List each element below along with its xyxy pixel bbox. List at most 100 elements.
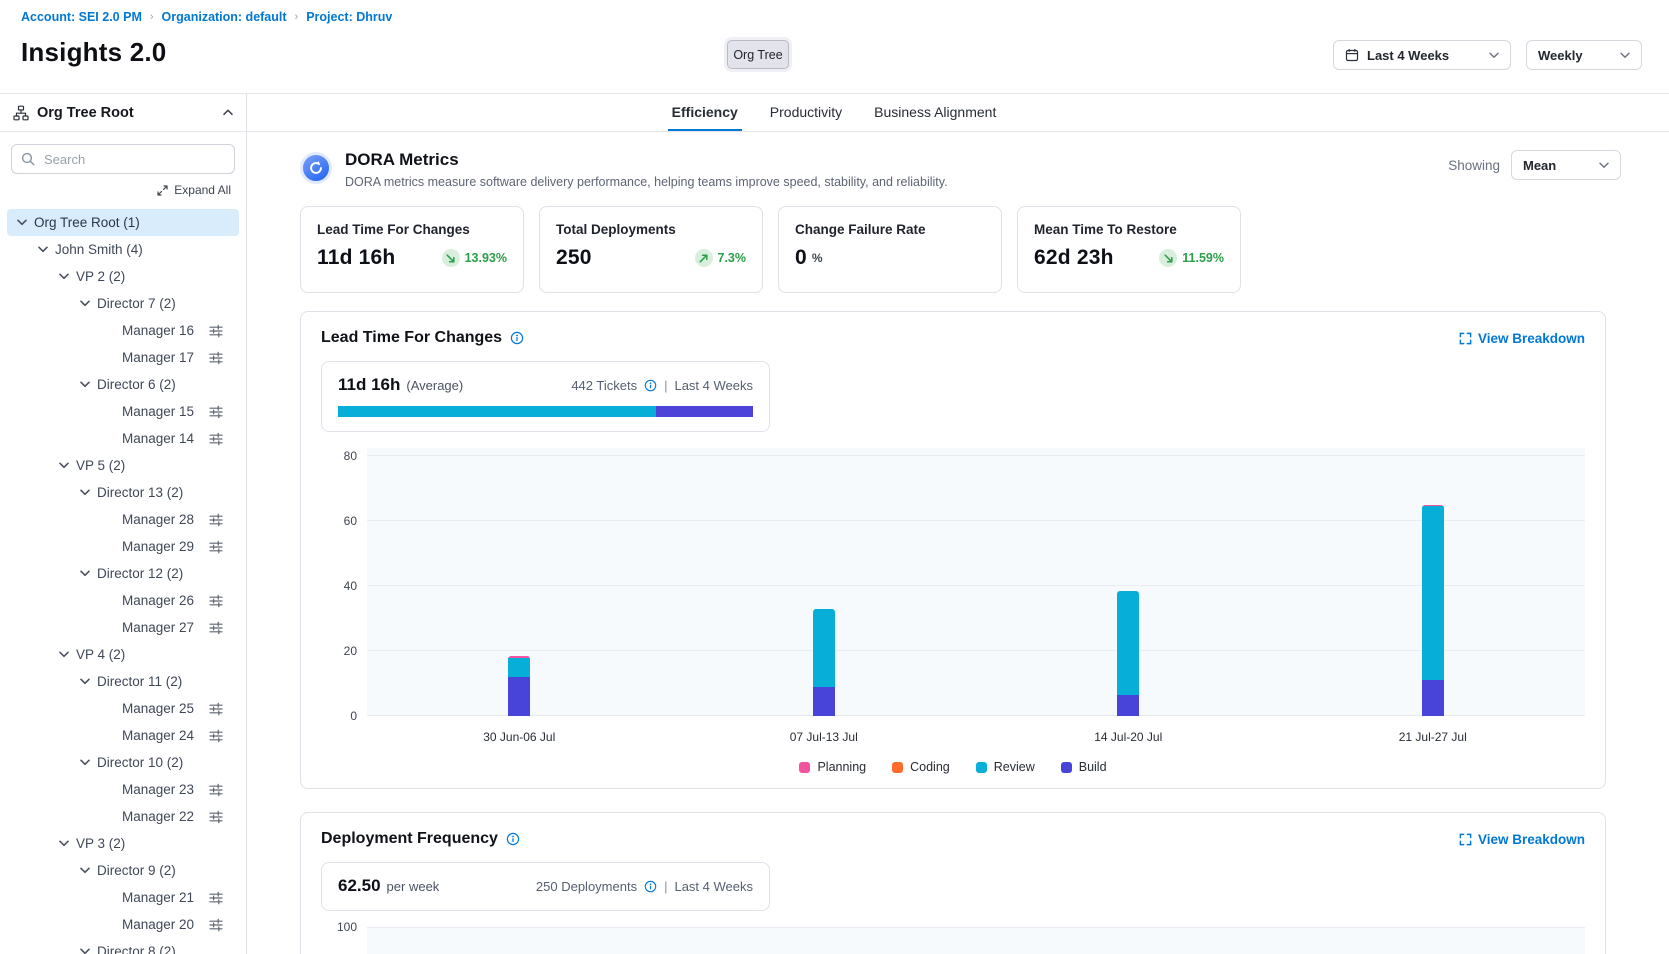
tree-item[interactable]: Manager 16 <box>7 317 239 344</box>
legend-label: Coding <box>910 760 950 774</box>
tree-item[interactable]: Manager 27 <box>7 614 239 641</box>
info-icon[interactable] <box>510 331 524 345</box>
tree-item[interactable]: VP 3 (2) <box>7 830 239 857</box>
y-axis-tick-label: 40 <box>344 579 357 593</box>
tree-item[interactable]: Director 11 (2) <box>7 668 239 695</box>
filter-sliders-icon[interactable] <box>209 810 223 824</box>
tree-item[interactable]: Org Tree Root (1) <box>7 209 239 236</box>
filter-sliders-icon[interactable] <box>209 702 223 716</box>
main-content: DORA Metrics DORA metrics measure softwa… <box>247 132 1669 954</box>
filter-sliders-icon[interactable] <box>209 891 223 905</box>
filter-sliders-icon[interactable] <box>209 405 223 419</box>
x-axis-tick-label: 07 Jul-13 Jul <box>672 730 977 744</box>
tree-item-label: Org Tree Root (1) <box>34 215 140 230</box>
filter-sliders-icon[interactable] <box>209 351 223 365</box>
tree-item[interactable]: VP 4 (2) <box>7 641 239 668</box>
tree-item[interactable]: Director 9 (2) <box>7 857 239 884</box>
chevron-down-icon[interactable] <box>80 678 90 685</box>
tree-item[interactable]: Manager 17 <box>7 344 239 371</box>
info-icon[interactable] <box>644 880 657 893</box>
chevron-down-icon[interactable] <box>80 570 90 577</box>
tree-item[interactable]: Director 12 (2) <box>7 560 239 587</box>
tree-item[interactable]: Manager 28 <box>7 506 239 533</box>
chevron-down-icon[interactable] <box>59 462 69 469</box>
chevron-down-icon[interactable] <box>80 948 90 954</box>
chevron-down-icon[interactable] <box>80 300 90 307</box>
tree-item[interactable]: Director 8 (2) <box>7 938 239 954</box>
granularity-select[interactable]: Weekly <box>1526 40 1642 70</box>
legend-item-review[interactable]: Review <box>976 760 1035 774</box>
chevron-down-icon[interactable] <box>59 273 69 280</box>
filter-sliders-icon[interactable] <box>209 324 223 338</box>
date-range-select[interactable]: Last 4 Weeks <box>1333 40 1511 70</box>
tree-item[interactable]: Manager 20 <box>7 911 239 938</box>
legend-label: Planning <box>817 760 866 774</box>
tree-item[interactable]: Director 6 (2) <box>7 371 239 398</box>
filter-sliders-icon[interactable] <box>209 621 223 635</box>
legend-item-build[interactable]: Build <box>1061 760 1107 774</box>
tree-item[interactable]: John Smith (4) <box>7 236 239 263</box>
org-tree-toggle-button[interactable]: Org Tree <box>727 40 789 69</box>
tree-item[interactable]: Manager 24 <box>7 722 239 749</box>
tree-item[interactable]: Manager 25 <box>7 695 239 722</box>
breadcrumb-organization[interactable]: Organization: default <box>162 10 287 24</box>
legend-item-planning[interactable]: Planning <box>799 760 866 774</box>
tree-item[interactable]: VP 2 (2) <box>7 263 239 290</box>
tree-item[interactable]: Manager 23 <box>7 776 239 803</box>
filter-sliders-icon[interactable] <box>209 540 223 554</box>
tree-item[interactable]: Manager 26 <box>7 587 239 614</box>
trend-down-icon <box>1164 254 1173 263</box>
tab-productivity[interactable]: Productivity <box>766 94 846 131</box>
deployment-view-breakdown-link[interactable]: View Breakdown <box>1459 832 1585 847</box>
tab-business-alignment[interactable]: Business Alignment <box>870 94 1000 131</box>
info-icon[interactable] <box>644 379 657 392</box>
x-axis-tick-label: 14 Jul-20 Jul <box>976 730 1281 744</box>
tree-item[interactable]: Manager 29 <box>7 533 239 560</box>
collapse-sidebar-chevron-up-icon[interactable] <box>223 109 233 116</box>
tree-item[interactable]: Manager 14 <box>7 425 239 452</box>
legend-swatch <box>1061 762 1072 773</box>
sidebar-search[interactable] <box>11 144 235 174</box>
legend-item-coding[interactable]: Coding <box>892 760 950 774</box>
chevron-down-icon[interactable] <box>80 381 90 388</box>
filter-sliders-icon[interactable] <box>209 729 223 743</box>
filter-sliders-icon[interactable] <box>209 432 223 446</box>
tree-item[interactable]: VP 5 (2) <box>7 452 239 479</box>
legend-label: Build <box>1079 760 1107 774</box>
tree-item-label: Manager 25 <box>122 701 194 716</box>
tree-item[interactable]: Director 10 (2) <box>7 749 239 776</box>
tree-item[interactable]: Director 13 (2) <box>7 479 239 506</box>
tab-efficiency[interactable]: Efficiency <box>668 94 742 131</box>
deployment-rate-qualifier: per week <box>387 879 440 894</box>
filter-sliders-icon[interactable] <box>209 513 223 527</box>
chevron-down-icon[interactable] <box>59 840 69 847</box>
stat-card-value: 62d 23h <box>1034 246 1114 270</box>
filter-sliders-icon[interactable] <box>209 918 223 932</box>
lead-time-view-breakdown-link[interactable]: View Breakdown <box>1459 331 1585 346</box>
chevron-down-icon[interactable] <box>80 867 90 874</box>
search-input[interactable] <box>42 151 225 168</box>
filter-sliders-icon[interactable] <box>209 783 223 797</box>
top-bar: Account: SEI 2.0 PM › Organization: defa… <box>0 0 1669 94</box>
chevron-down-icon[interactable] <box>59 651 69 658</box>
chevron-down-icon[interactable] <box>80 759 90 766</box>
stat-card-suffix: % <box>812 251 823 265</box>
chevron-down-icon[interactable] <box>80 489 90 496</box>
deployment-plot <box>367 927 1585 954</box>
showing-select[interactable]: Mean <box>1511 150 1621 180</box>
tree-item[interactable]: Manager 21 <box>7 884 239 911</box>
tree-item[interactable]: Manager 15 <box>7 398 239 425</box>
info-icon[interactable] <box>506 832 520 846</box>
tree-item[interactable]: Director 7 (2) <box>7 290 239 317</box>
bar-segment-build <box>1422 680 1444 716</box>
expand-all-button[interactable]: Expand All <box>0 174 246 202</box>
bar-segment-review <box>1117 591 1139 695</box>
bar-segment-review <box>813 609 835 687</box>
breadcrumb-project[interactable]: Project: Dhruv <box>306 10 392 24</box>
chevron-down-icon[interactable] <box>38 246 48 253</box>
breadcrumb-account[interactable]: Account: SEI 2.0 PM <box>21 10 142 24</box>
tree-item[interactable]: Manager 22 <box>7 803 239 830</box>
y-axis-tick-label: 0 <box>350 709 357 723</box>
chevron-down-icon[interactable] <box>17 219 27 226</box>
filter-sliders-icon[interactable] <box>209 594 223 608</box>
